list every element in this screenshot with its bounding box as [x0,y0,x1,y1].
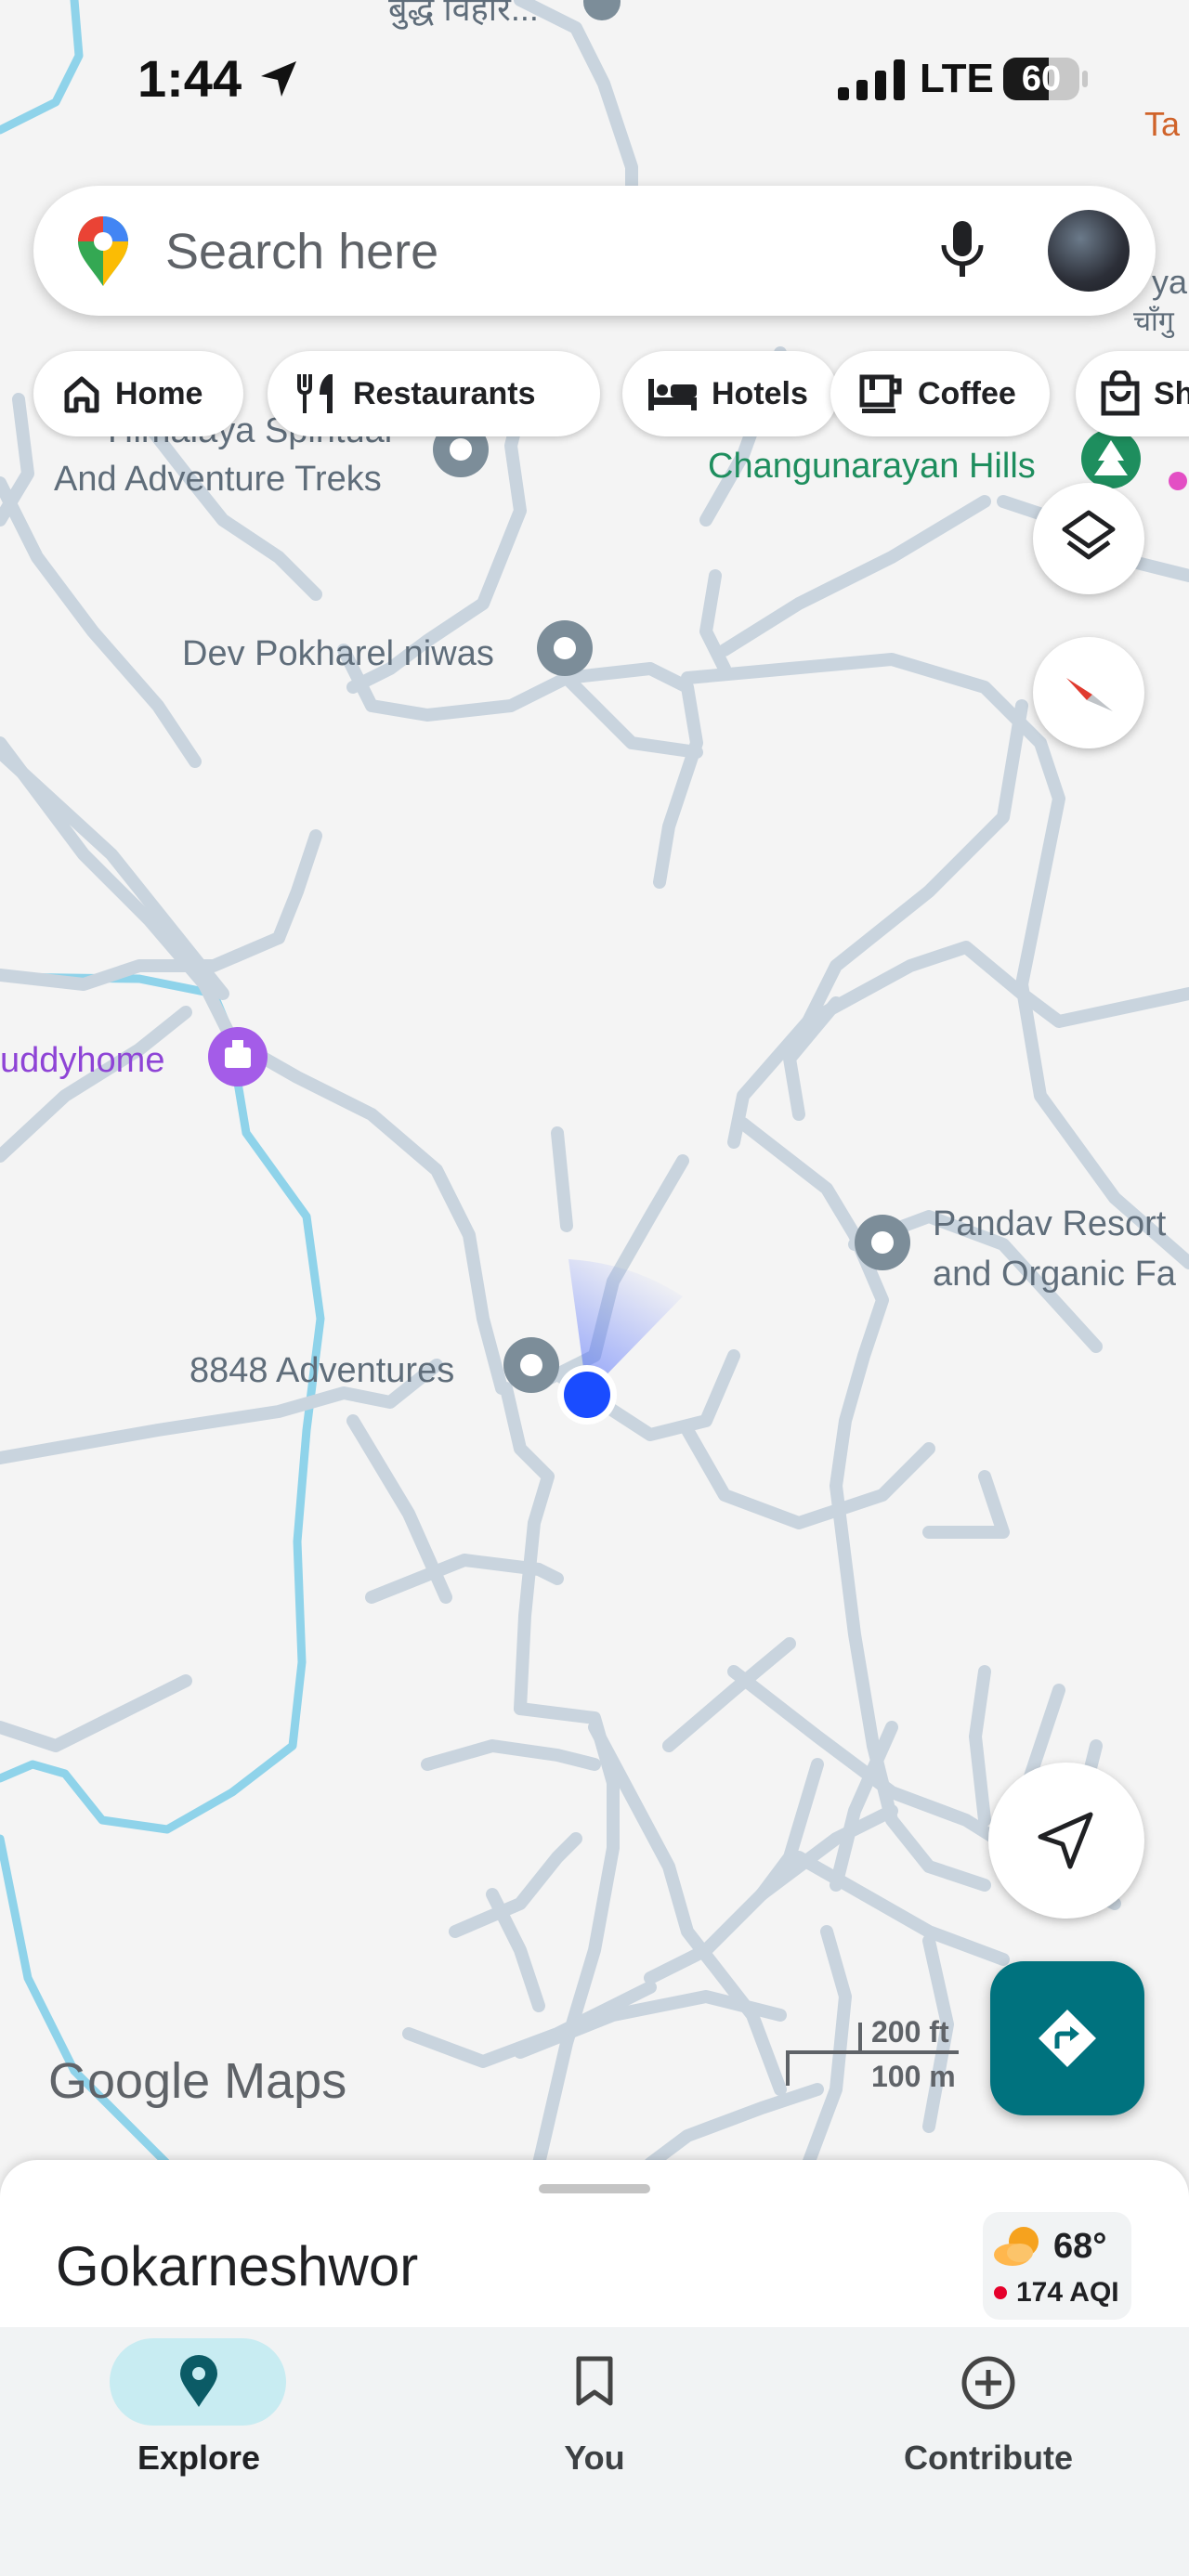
map-pin-icon [180,2355,217,2407]
nav-contribute[interactable]: Contribute [849,2327,1128,2504]
battery-cap [1082,71,1088,87]
chip-restaurants[interactable]: Restaurants [268,351,600,436]
scale-feet: 200 ft [871,2015,949,2049]
navigation-arrow-icon [1038,1812,1093,1869]
poi-dot-pink[interactable] [1169,472,1187,490]
add-circle-icon [961,2356,1015,2410]
battery-icon: 60 [1003,58,1079,100]
scale-meters: 100 m [871,2060,956,2093]
coffee-cup-icon [859,374,902,413]
avatar[interactable] [1048,210,1130,292]
google-maps-wordmark: Google Maps [48,2052,346,2110]
chip-label: Hotels [712,375,808,411]
chip-hotels[interactable]: Hotels [622,351,838,436]
layers-icon [1062,510,1116,560]
map-label-right-1: ya [1152,263,1188,301]
network-type: LTE [920,56,994,101]
status-bar: 1:44 LTE 60 [0,0,1189,158]
temperature: 68° [1053,2227,1107,2266]
home-icon [64,376,99,413]
compass-button[interactable] [1033,637,1144,748]
location-arrow-icon [261,61,296,97]
sheet-drag-handle[interactable] [539,2184,650,2193]
weather-badge[interactable]: 68° 174 AQI [983,2212,1131,2320]
microphone-icon[interactable] [936,217,988,284]
search-bar[interactable]: Search here [33,186,1156,316]
google-maps-pin-icon [78,216,128,286]
wordmark-google: Google [48,2053,211,2109]
park-pin-changunarayan[interactable] [1081,429,1141,488]
bookmark-icon [576,2356,613,2406]
map-label-dev-pokharel: Dev Pokharel niwas [182,634,494,673]
nav-explore[interactable]: Explore [59,2327,338,2504]
my-location-button[interactable] [988,1763,1144,1919]
air-quality: 174 AQI [1016,2277,1119,2308]
fork-knife-icon [297,374,333,413]
nav-you[interactable]: You [455,2327,734,2504]
poi-pin-pandav-resort[interactable] [855,1215,910,1270]
chip-label: Restaurants [353,375,536,411]
nav-label: Explore [137,2439,261,2477]
search-input[interactable]: Search here [165,223,438,280]
battery-level: 60 [1021,59,1062,98]
poi-pin-buddyhome[interactable] [208,1027,268,1086]
nav-label: Contribute [904,2439,1073,2477]
aqi-dot [994,2286,1007,2299]
shopping-bag-icon [1101,371,1140,416]
map-label-right-2: चाँगु [1133,306,1175,339]
nav-label: You [564,2439,625,2477]
partly-cloudy-icon [994,2227,1039,2266]
signal-icon [838,59,905,100]
map-label-buddyhome: uddyhome [0,1041,164,1080]
bottom-nav: Explore You Contribute [0,2327,1189,2576]
place-sheet[interactable]: Gokarneshwor 68° 174 AQI [0,2160,1189,2327]
status-time: 1:44 [137,49,242,108]
chip-label: Coffee [918,375,1016,411]
bed-icon [648,379,697,410]
poi-pin-dev-pokharel[interactable] [537,620,593,676]
poi-pin-8848-adventures[interactable] [503,1337,559,1393]
map-label-himalaya-2: And Adventure Treks [54,460,382,499]
map-label-pandav-2: and Organic Fa [933,1255,1177,1294]
directions-button[interactable] [990,1961,1144,2115]
map-label-8848-adventures: 8848 Adventures [189,1351,454,1390]
chip-coffee[interactable]: Coffee [830,351,1050,436]
layers-button[interactable] [1033,483,1144,594]
map-label-pandav-1: Pandav Resort [933,1204,1167,1243]
place-name: Gokarneshwor [56,2235,419,2297]
directions-icon [1039,2010,1096,2067]
chip-label: Sh [1154,375,1189,411]
chip-label: Home [115,375,203,411]
chip-shopping[interactable]: Sh [1076,351,1189,436]
map-label-changunarayan: Changunarayan Hills [708,447,1036,486]
compass-icon [1066,678,1113,711]
map-scale: 200 ft 100 m [786,2015,962,2099]
wordmark-maps: Maps [224,2053,347,2109]
chip-home[interactable]: Home [33,351,243,436]
